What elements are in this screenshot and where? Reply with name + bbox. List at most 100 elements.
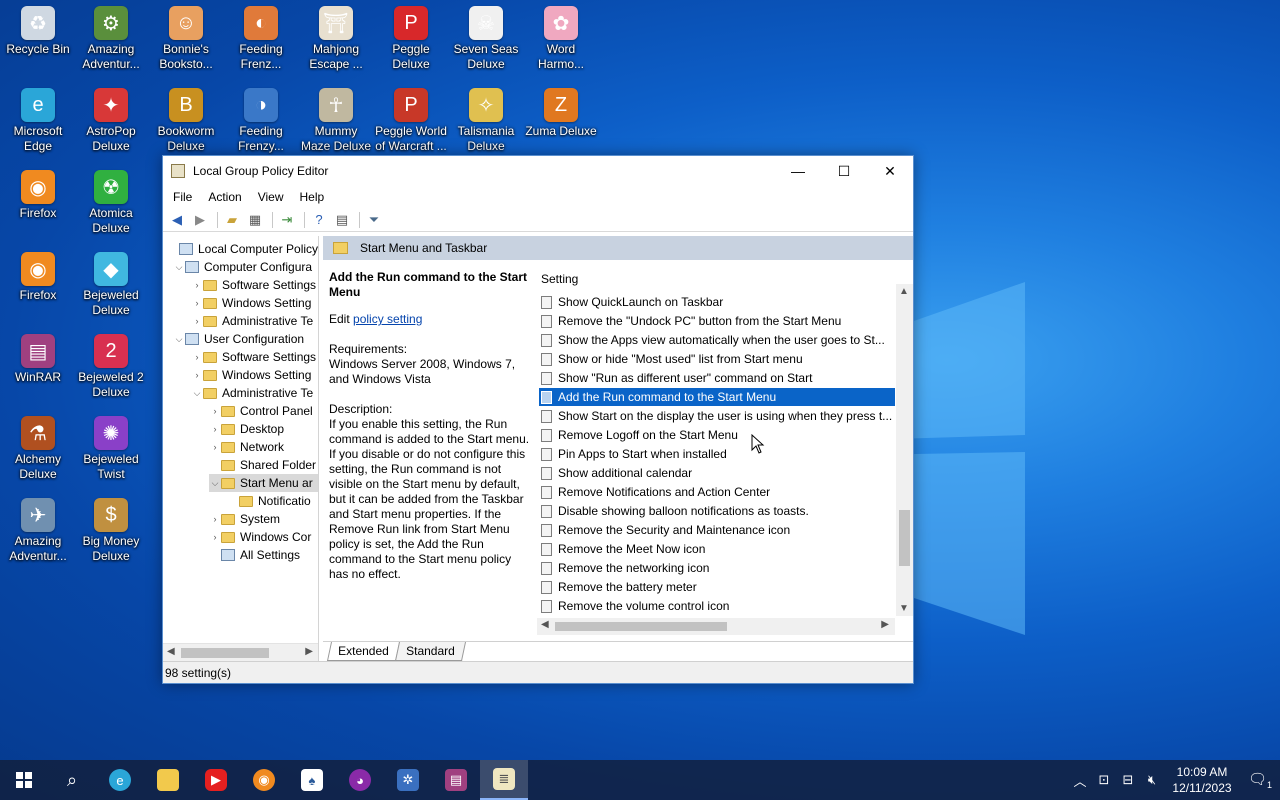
start-button[interactable]: [0, 760, 48, 800]
network-icon[interactable]: ⊟: [1116, 772, 1140, 788]
tree-item[interactable]: ⌵ Start Menu ar: [209, 474, 318, 492]
desktop-icon[interactable]: $ Big Money Deluxe: [73, 492, 149, 564]
desktop-icon[interactable]: B Bookworm Deluxe: [148, 82, 224, 154]
taskbar-youtube[interactable]: ▶: [192, 760, 240, 800]
desktop-icon[interactable]: ✈ Amazing Adventur...: [0, 492, 76, 564]
desktop-icon[interactable]: ✧ Talismania Deluxe: [448, 82, 524, 154]
chevron-icon[interactable]: ›: [191, 316, 203, 326]
chevron-icon[interactable]: ⌵: [209, 478, 221, 489]
desktop-icon[interactable]: e Microsoft Edge: [0, 82, 76, 154]
setting-row[interactable]: Pin Apps to Start when installed: [539, 445, 895, 463]
taskbar-app[interactable]: ✲: [384, 760, 432, 800]
scroll-thumb[interactable]: [899, 510, 910, 566]
desktop-icon[interactable]: ♻ Recycle Bin: [0, 0, 76, 57]
chevron-icon[interactable]: ›: [209, 442, 221, 452]
taskbar-file-explorer[interactable]: [144, 760, 192, 800]
tree-item[interactable]: › Software Settings: [191, 276, 318, 294]
export-list-icon[interactable]: ⇥: [277, 210, 297, 230]
close-button[interactable]: ✕: [867, 156, 913, 186]
tree-item[interactable]: › Software Settings: [191, 348, 318, 366]
scroll-left-icon[interactable]: ◀: [167, 646, 175, 657]
taskbar-game[interactable]: ◕: [336, 760, 384, 800]
scroll-down-icon[interactable]: ▼: [899, 603, 909, 614]
tree-item[interactable]: All Settings: [209, 546, 318, 564]
desktop-icon[interactable]: ☺ Bonnie's Booksto...: [148, 0, 224, 72]
minimize-button[interactable]: —: [775, 156, 821, 186]
forward-arrow-icon[interactable]: ▶: [190, 210, 210, 230]
setting-row[interactable]: Remove Notifications and Action Center: [539, 483, 895, 501]
column-header-setting[interactable]: Setting: [537, 260, 877, 290]
tab-extended[interactable]: Extended: [326, 642, 400, 661]
scroll-up-icon[interactable]: ▲: [899, 286, 909, 297]
list-horizontal-scrollbar[interactable]: ◀ ▶: [537, 618, 895, 635]
tree-item[interactable]: › Control Panel: [209, 402, 318, 420]
setting-row[interactable]: Remove the volume control icon: [539, 597, 895, 615]
chevron-icon[interactable]: ⌵: [191, 388, 203, 399]
scroll-left-icon[interactable]: ◀: [541, 619, 549, 630]
taskbar-edge[interactable]: e: [96, 760, 144, 800]
tree-item[interactable]: › Administrative Te: [191, 312, 318, 330]
filter-icon[interactable]: ⏷: [364, 210, 384, 230]
setting-row[interactable]: Disable showing balloon notifications as…: [539, 502, 895, 520]
desktop-icon[interactable]: ◉ Firefox: [0, 164, 76, 221]
menu-file[interactable]: File: [165, 190, 200, 204]
properties-icon[interactable]: ▤: [332, 210, 352, 230]
setting-row[interactable]: Show the Apps view automatically when th…: [539, 331, 895, 349]
setting-row[interactable]: Remove the battery meter: [539, 578, 895, 596]
desktop-icon[interactable]: ⚗ Alchemy Deluxe: [0, 410, 76, 482]
setting-row[interactable]: Remove the networking icon: [539, 559, 895, 577]
clock[interactable]: 10:09 AM 12/11/2023: [1164, 764, 1240, 796]
setting-row[interactable]: Remove the Meet Now icon: [539, 540, 895, 558]
meet-now-icon[interactable]: ⊡: [1092, 772, 1116, 788]
desktop-icon[interactable]: ✿ Word Harmo...: [523, 0, 599, 72]
tab-standard[interactable]: Standard: [394, 642, 466, 661]
policy-setting-link[interactable]: policy setting: [353, 312, 422, 326]
tree-item[interactable]: › Network: [209, 438, 318, 456]
setting-row[interactable]: Show or hide "Most used" list from Start…: [539, 350, 895, 368]
taskbar-gpedit[interactable]: ≣: [480, 760, 528, 800]
scroll-right-icon[interactable]: ▶: [881, 619, 889, 630]
taskbar-solitaire[interactable]: ♠: [288, 760, 336, 800]
up-folder-icon[interactable]: ▰: [222, 210, 242, 230]
setting-row[interactable]: Remove the "Undock PC" button from the S…: [539, 312, 895, 330]
tree-item[interactable]: Local Computer Policy: [167, 240, 318, 258]
desktop-icon[interactable]: ⚙ Amazing Adventur...: [73, 0, 149, 72]
chevron-icon[interactable]: ⌵: [173, 334, 185, 345]
setting-row[interactable]: Remove Logoff on the Start Menu: [539, 426, 895, 444]
tree-item[interactable]: ⌵ Administrative Te: [191, 384, 318, 402]
volume-muted-icon[interactable]: 🔇︎: [1140, 772, 1164, 788]
setting-row[interactable]: Show QuickLaunch on Taskbar: [539, 293, 895, 311]
tree-item[interactable]: › System: [209, 510, 318, 528]
desktop-icon[interactable]: ◉ Firefox: [0, 246, 76, 303]
tree-item[interactable]: › Desktop: [209, 420, 318, 438]
desktop-icon[interactable]: ⛩ Mahjong Escape ...: [298, 0, 374, 72]
chevron-icon[interactable]: ›: [209, 514, 221, 524]
chevron-icon[interactable]: ›: [209, 406, 221, 416]
menu-help[interactable]: Help: [292, 190, 333, 204]
desktop-icon[interactable]: ✦ AstroPop Deluxe: [73, 82, 149, 154]
chevron-icon[interactable]: ›: [191, 280, 203, 290]
desktop-icon[interactable]: ◑ Feeding Frenzy...: [223, 82, 299, 154]
back-arrow-icon[interactable]: ◀: [167, 210, 187, 230]
scroll-thumb[interactable]: [181, 648, 269, 658]
desktop-icon[interactable]: ▤ WinRAR: [0, 328, 76, 385]
chevron-icon[interactable]: ›: [191, 370, 203, 380]
chevron-icon[interactable]: ⌵: [173, 262, 185, 273]
desktop-icon[interactable]: P Peggle Deluxe: [373, 0, 449, 72]
chevron-icon[interactable]: ›: [209, 532, 221, 542]
desktop-icon[interactable]: P Peggle World of Warcraft ...: [373, 82, 449, 154]
chevron-up-icon[interactable]: ︿: [1068, 771, 1092, 790]
list-vertical-scrollbar[interactable]: ▲ ▼: [896, 284, 913, 616]
taskbar-winrar[interactable]: ▤: [432, 760, 480, 800]
desktop-icon[interactable]: ☠ Seven Seas Deluxe: [448, 0, 524, 72]
desktop-icon[interactable]: ☢ Atomica Deluxe: [73, 164, 149, 236]
tree-item[interactable]: ⌵ User Configuration: [173, 330, 318, 348]
help-icon[interactable]: ?: [309, 210, 329, 230]
setting-row[interactable]: Add the Run command to the Start Menu: [539, 388, 895, 406]
desktop-icon[interactable]: ☥ Mummy Maze Deluxe: [298, 82, 374, 154]
title-bar[interactable]: Local Group Policy Editor — ☐ ✕: [163, 156, 913, 186]
setting-row[interactable]: Show "Run as different user" command on …: [539, 369, 895, 387]
desktop-icon[interactable]: 2 Bejeweled 2 Deluxe: [73, 328, 149, 400]
search-icon[interactable]: ⌕: [48, 760, 96, 800]
desktop-icon[interactable]: ◆ Bejeweled Deluxe: [73, 246, 149, 318]
